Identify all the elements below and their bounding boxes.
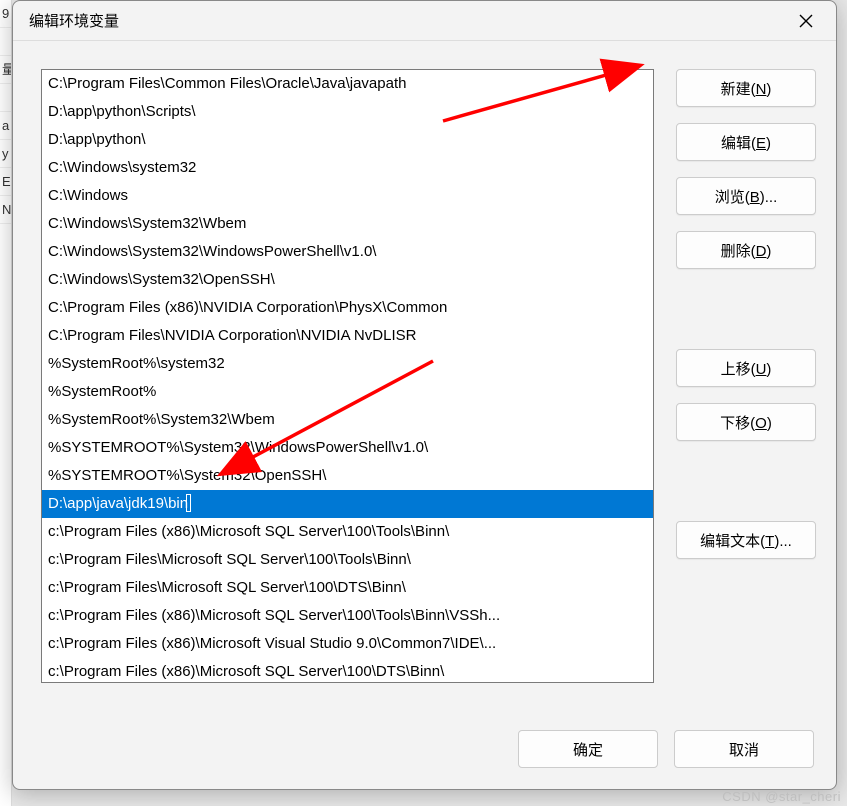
path-list[interactable]: C:\Program Files\Common Files\Oracle\Jav… — [41, 69, 654, 683]
dialog-footer: 确定 取消 — [13, 719, 836, 789]
browse-button[interactable]: 浏览(B)... — [676, 177, 816, 215]
ok-button[interactable]: 确定 — [518, 730, 658, 768]
list-item[interactable]: c:\Program Files (x86)\Microsoft SQL Ser… — [42, 602, 653, 630]
list-item[interactable]: c:\Program Files (x86)\Microsoft SQL Ser… — [42, 658, 653, 683]
close-icon — [799, 14, 813, 28]
watermark: CSDN @star_cheri — [722, 789, 841, 804]
dialog-title: 编辑环境变量 — [29, 10, 784, 31]
move-up-button[interactable]: 上移(U) — [676, 349, 816, 387]
list-item[interactable]: C:\Windows\System32\OpenSSH\ — [42, 266, 653, 294]
move-down-button[interactable]: 下移(O) — [676, 403, 816, 441]
button-column: 新建(N) 编辑(E) 浏览(B)... 删除(D) 上移(U) 下移(O) 编… — [676, 69, 816, 709]
list-item[interactable]: %SYSTEMROOT%\System32\WindowsPowerShell\… — [42, 434, 653, 462]
close-button[interactable] — [784, 5, 828, 37]
edit-text-button[interactable]: 编辑文本(T)... — [676, 521, 816, 559]
list-item[interactable]: %SystemRoot%\system32 — [42, 350, 653, 378]
list-item[interactable]: C:\Windows — [42, 182, 653, 210]
list-item[interactable]: %SystemRoot% — [42, 378, 653, 406]
list-item[interactable]: %SYSTEMROOT%\System32\OpenSSH\ — [42, 462, 653, 490]
list-item[interactable]: c:\Program Files (x86)\Microsoft SQL Ser… — [42, 518, 653, 546]
list-item[interactable]: C:\Windows\System32\Wbem — [42, 210, 653, 238]
list-item[interactable]: C:\Program Files\Common Files\Oracle\Jav… — [42, 70, 653, 98]
list-item[interactable]: C:\Windows\system32 — [42, 154, 653, 182]
list-item[interactable]: C:\Windows\System32\WindowsPowerShell\v1… — [42, 238, 653, 266]
edit-env-var-dialog: 编辑环境变量 C:\Program Files\Common Files\Ora… — [12, 0, 837, 790]
titlebar: 编辑环境变量 — [13, 1, 836, 41]
edit-button[interactable]: 编辑(E) — [676, 123, 816, 161]
dialog-body: C:\Program Files\Common Files\Oracle\Jav… — [13, 41, 836, 719]
list-item[interactable]: c:\Program Files\Microsoft SQL Server\10… — [42, 574, 653, 602]
list-item[interactable]: C:\Program Files\NVIDIA Corporation\NVID… — [42, 322, 653, 350]
list-item[interactable]: D:\app\python\Scripts\ — [42, 98, 653, 126]
new-button[interactable]: 新建(N) — [676, 69, 816, 107]
list-item[interactable]: C:\Program Files (x86)\NVIDIA Corporatio… — [42, 294, 653, 322]
cancel-button[interactable]: 取消 — [674, 730, 814, 768]
list-item[interactable]: c:\Program Files\Microsoft SQL Server\10… — [42, 546, 653, 574]
list-item[interactable]: c:\Program Files (x86)\Microsoft Visual … — [42, 630, 653, 658]
list-item[interactable]: %SystemRoot%\System32\Wbem — [42, 406, 653, 434]
list-item[interactable]: D:\app\python\ — [42, 126, 653, 154]
background-window-strip: 9量 ay EN — [0, 0, 12, 806]
list-item[interactable]: D:\app\java\jdk19\bin — [42, 490, 653, 518]
delete-button[interactable]: 删除(D) — [676, 231, 816, 269]
